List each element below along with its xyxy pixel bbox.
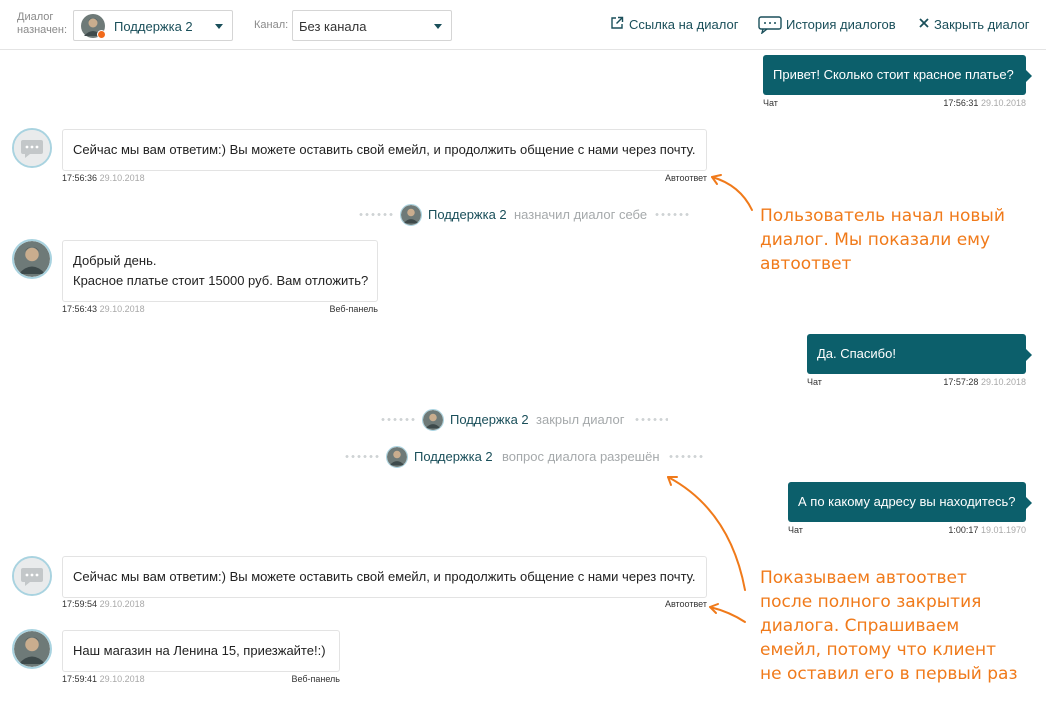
annotation-arrow: [711, 176, 753, 211]
annotation-arrow: [667, 476, 746, 591]
annotation-line: емейл, потому что клиент: [760, 640, 996, 660]
annotation-line: диалог. Мы показали ему: [760, 230, 991, 250]
annotation-line: Показываем автоответ: [760, 568, 967, 588]
annotation-line: после полного закрытия: [760, 592, 982, 612]
annotation-line: автоответ: [760, 254, 852, 274]
annotation-arrow: [709, 606, 746, 623]
annotation-line: диалога. Спрашиваем: [760, 616, 960, 636]
annotation-new-dialog: Пользователь начал новый диалог. Мы пока…: [760, 204, 1005, 276]
annotation-line: Пользователь начал новый: [760, 206, 1005, 226]
annotation-line: не оставил его в первый раз: [760, 664, 1018, 684]
annotation-after-close: Показываем автоответ после полного закры…: [760, 566, 1018, 686]
